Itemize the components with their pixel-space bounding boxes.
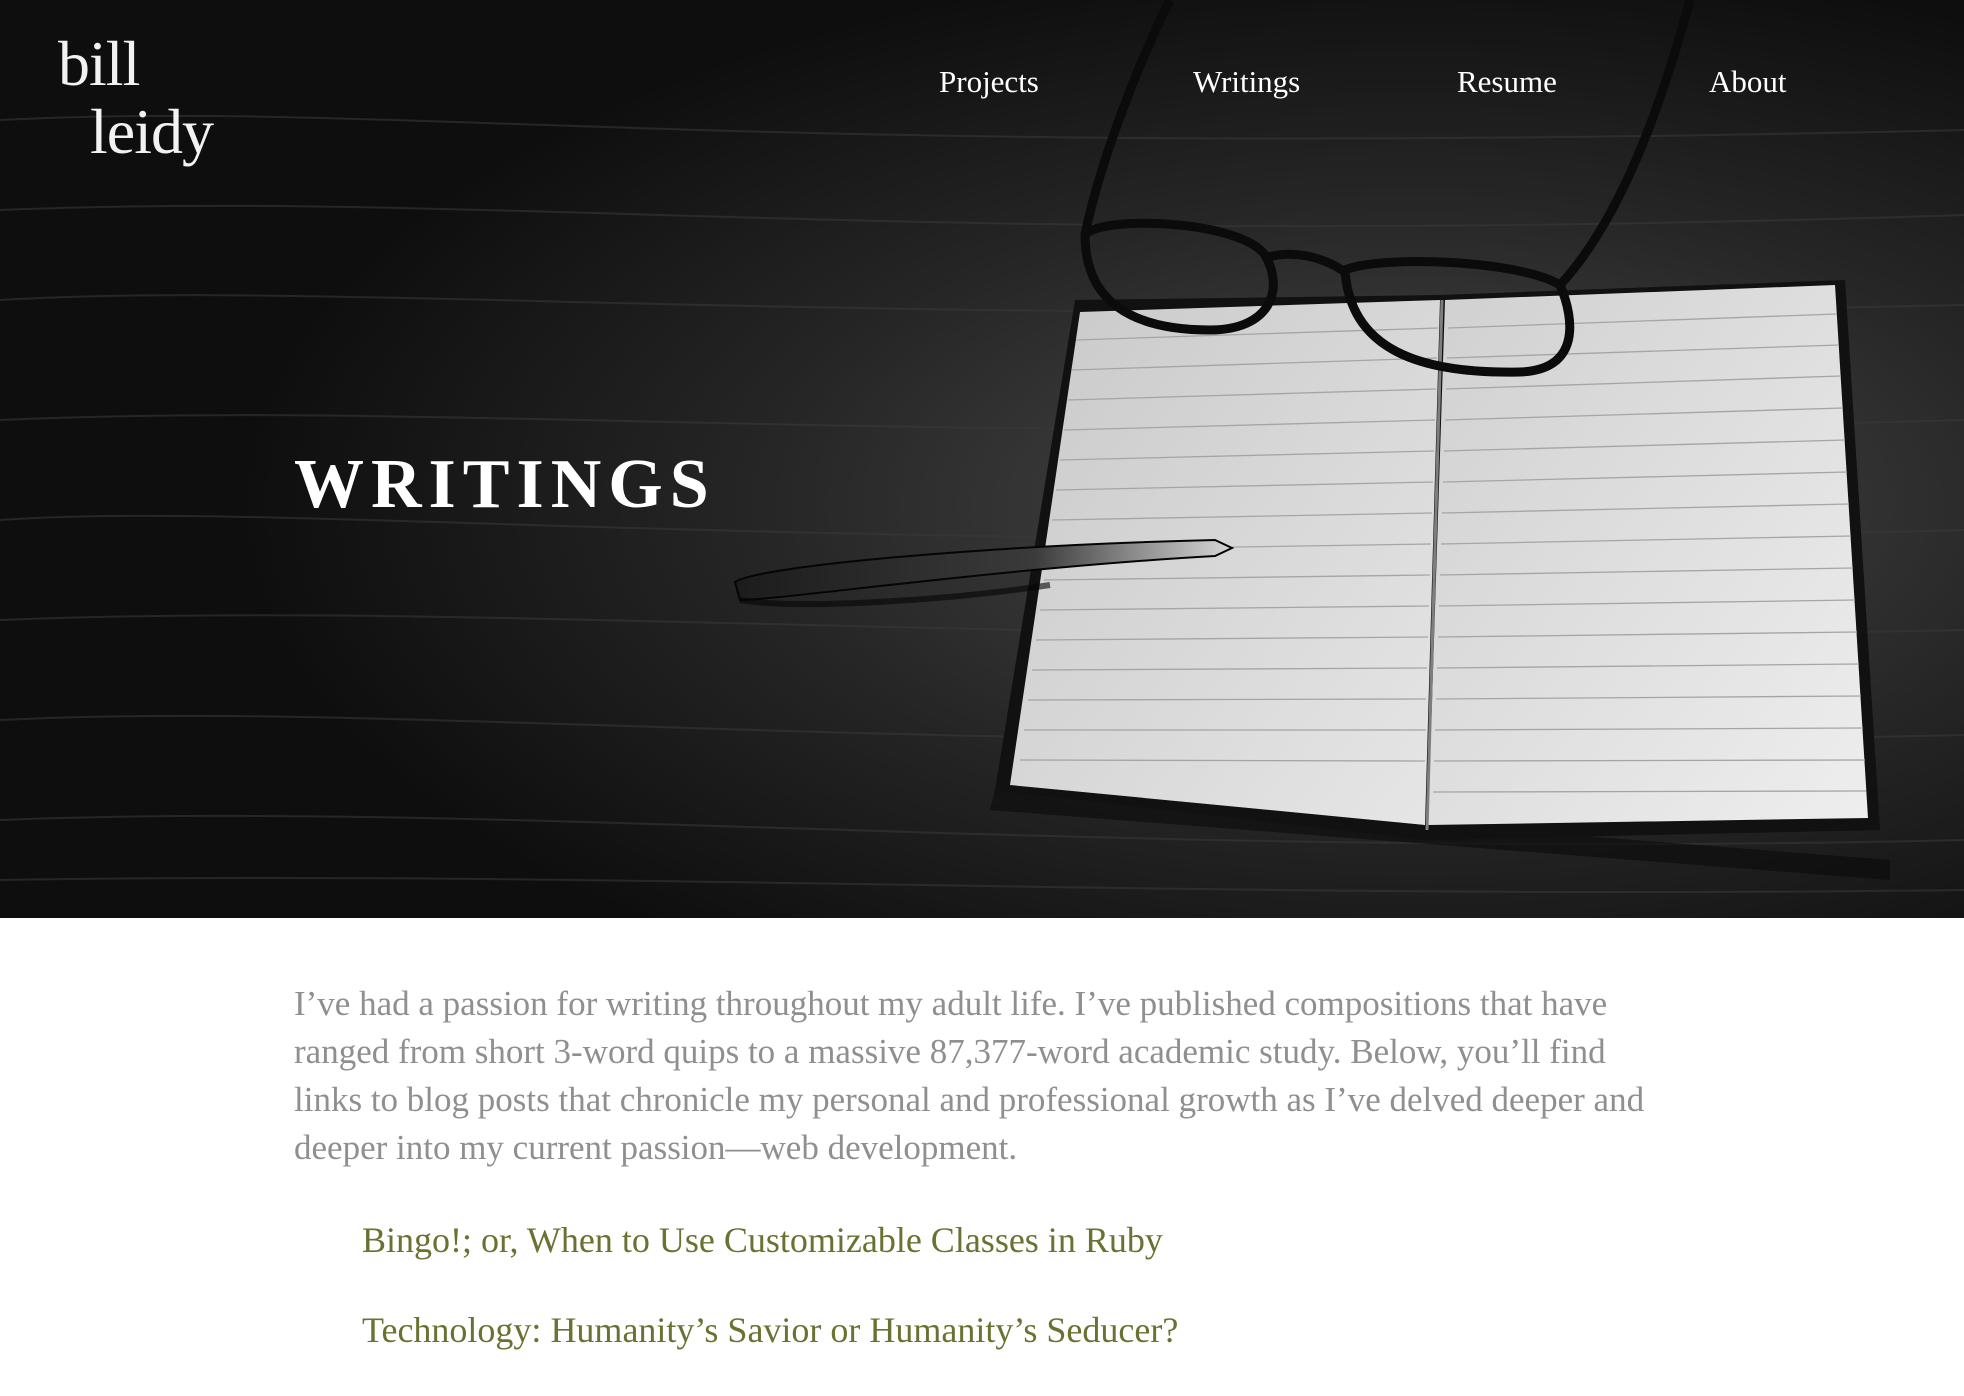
- list-item: Bingo!; or, When to Use Customizable Cla…: [362, 1216, 1674, 1272]
- main-nav: Projects Writings Resume About: [0, 60, 1964, 110]
- page-title: WRITINGS: [294, 445, 716, 523]
- hero-banner: bill leidy Projects Writings Resume Abou…: [0, 0, 1964, 918]
- post-link-technology[interactable]: Technology: Humanity’s Savior or Humanit…: [362, 1310, 1178, 1350]
- nav-projects[interactable]: Projects: [939, 60, 1039, 104]
- list-item: Technology: Humanity’s Savior or Humanit…: [362, 1306, 1674, 1362]
- post-link-bingo[interactable]: Bingo!; or, When to Use Customizable Cla…: [362, 1220, 1163, 1260]
- intro-paragraph: I’ve had a passion for writing throughou…: [294, 984, 1645, 1167]
- post-list: Bingo!; or, When to Use Customizable Cla…: [294, 1216, 1674, 1362]
- nav-resume[interactable]: Resume: [1457, 60, 1557, 104]
- nav-writings[interactable]: Writings: [1193, 60, 1300, 104]
- nav-about[interactable]: About: [1709, 60, 1787, 104]
- main-content: I’ve had a passion for writing throughou…: [294, 980, 1674, 1396]
